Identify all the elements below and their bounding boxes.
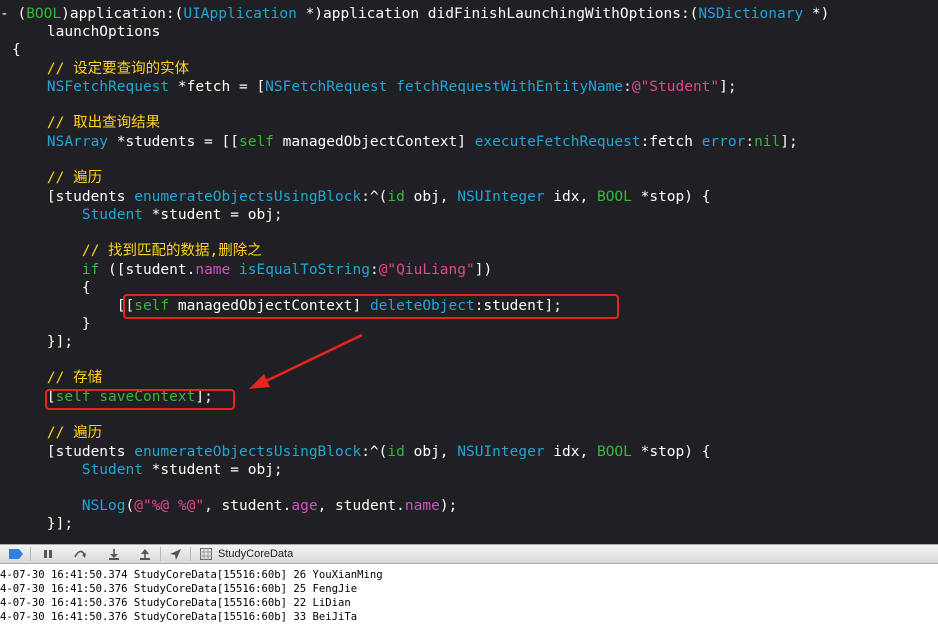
toolbar-separator <box>190 547 191 561</box>
breakpoint-toggle-icon[interactable] <box>8 547 24 561</box>
console-output[interactable]: 4-07-30 16:41:50.374 StudyCoreData[15516… <box>0 564 938 637</box>
debug-target-label[interactable]: StudyCoreData <box>218 547 293 561</box>
step-over-icon[interactable] <box>72 547 88 561</box>
step-into-icon[interactable] <box>106 547 122 561</box>
annotation-arrow <box>249 333 363 389</box>
debug-toolbar: StudyCoreData <box>0 544 938 564</box>
location-icon[interactable] <box>167 547 183 561</box>
console-line: 4-07-30 16:41:50.376 StudyCoreData[15516… <box>0 611 358 623</box>
console-line: 4-07-30 16:41:50.376 StudyCoreData[15516… <box>0 597 351 609</box>
toolbar-separator <box>30 547 31 561</box>
toolbar-separator <box>160 547 161 561</box>
pause-icon[interactable] <box>40 547 56 561</box>
console-line: 4-07-30 16:41:50.376 StudyCoreData[15516… <box>0 583 358 595</box>
console-line: 4-07-30 16:41:50.374 StudyCoreData[15516… <box>0 569 383 581</box>
grid-icon[interactable] <box>199 547 213 561</box>
code-editor[interactable]: - (BOOL)application:(UIApplication *)app… <box>0 0 938 544</box>
step-out-icon[interactable] <box>137 547 153 561</box>
